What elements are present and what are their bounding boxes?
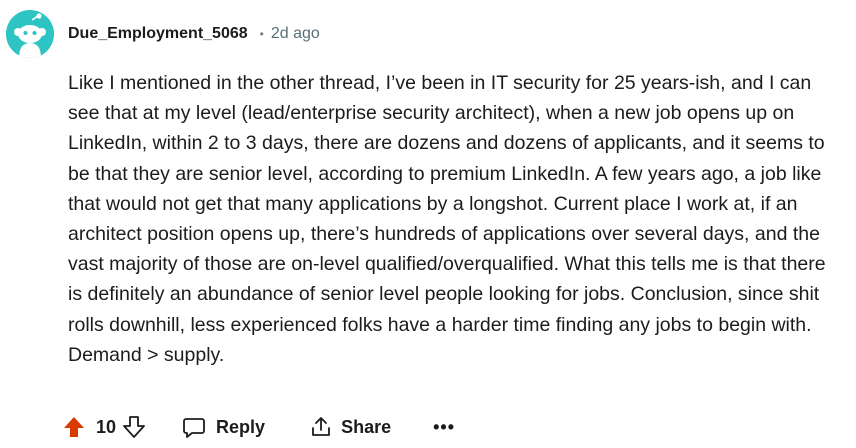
downvote-button[interactable]: [122, 415, 146, 439]
share-icon: [312, 417, 330, 436]
upvote-button[interactable]: [62, 415, 86, 439]
timestamp[interactable]: 2d ago: [271, 25, 320, 43]
comment-header: Due_Employment_5068 • 2d ago: [68, 22, 320, 46]
upvote-arrow-icon: [64, 417, 84, 437]
downvote-arrow-icon: [123, 416, 145, 438]
reply-button[interactable]: Reply: [182, 415, 265, 439]
comment-body: Like I mentioned in the other thread, I’…: [68, 72, 826, 366]
more-options-button[interactable]: •••: [433, 417, 455, 438]
username-link[interactable]: Due_Employment_5068: [68, 25, 248, 43]
share-label: Share: [341, 416, 392, 437]
comment-actions: 10 Reply Share •••: [62, 408, 455, 446]
avatar[interactable]: [6, 10, 54, 58]
separator-dot: •: [259, 27, 264, 41]
reddit-snoo-avatar-icon: [6, 10, 54, 58]
share-button[interactable]: Share: [309, 415, 391, 439]
vote-score: 10: [96, 416, 117, 437]
speech-bubble-icon: [183, 418, 205, 438]
comment: Due_Employment_5068 • 2d ago Like I ment…: [0, 0, 856, 448]
reply-label: Reply: [216, 416, 266, 437]
